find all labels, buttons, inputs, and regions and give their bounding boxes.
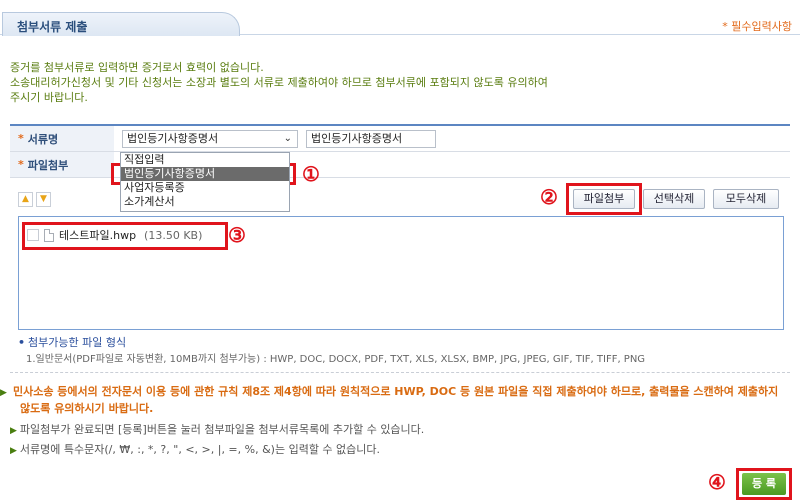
intro-line-1: 증거를 첨부서류로 입력하면 증거로서 효력이 없습니다. — [10, 61, 264, 74]
document-icon — [44, 228, 54, 242]
required-note: * 필수입력사항 — [722, 20, 792, 33]
delete-all-button[interactable]: 모두삭제 — [713, 189, 779, 209]
register-button[interactable]: 등 록 — [742, 473, 786, 495]
attach-label: * 파일첨부 — [10, 152, 114, 177]
notice-sub-1-text: 파일첨부가 완료되면 [등록]버튼을 눌러 첨부파일을 첨부서류목록에 추가할 … — [19, 423, 425, 436]
doc-name-row: * 서류명 법인등기사항증명서 ⌄ 법인등기사항증명서 — [10, 126, 790, 152]
annotation-marker-1: ① — [302, 162, 320, 186]
doc-name-dropdown: 직접입력 법인등기사항증명서 사업자등록증 소가계산서 — [120, 152, 290, 212]
formats-title: • 첨부가능한 파일 형식 — [18, 334, 126, 350]
doc-name-input[interactable]: 법인등기사항증명서 — [306, 130, 436, 148]
required-star-icon: * — [18, 158, 24, 171]
file-checkbox[interactable] — [27, 229, 39, 241]
move-down-button[interactable]: ▼ — [36, 192, 51, 207]
header-tab: 첨부서류 제출 — [2, 12, 240, 36]
bullet-icon: • — [18, 336, 26, 349]
dropdown-option-valuation[interactable]: 소가계산서 — [121, 195, 289, 209]
doc-name-label-text: 서류명 — [27, 132, 59, 146]
file-size: (13.50 KB) — [144, 228, 203, 242]
dashed-divider — [10, 372, 790, 373]
triangle-bullet-icon: ▶ — [10, 426, 17, 436]
required-star-icon: * — [18, 132, 24, 145]
formats-title-text: 첨부가능한 파일 형식 — [28, 336, 127, 349]
file-list[interactable]: 테스트파일.hwp (13.50 KB) — [18, 216, 784, 330]
attach-label-text: 파일첨부 — [27, 158, 69, 172]
doc-name-select[interactable]: 법인등기사항증명서 ⌄ — [122, 130, 298, 148]
attach-file-button[interactable]: 파일첨부 — [573, 189, 635, 209]
file-list-item[interactable]: 테스트파일.hwp (13.50 KB) — [27, 227, 202, 243]
section-title: 첨부서류 제출 — [17, 20, 88, 34]
dropdown-option-corp-registry[interactable]: 법인등기사항증명서 — [121, 167, 289, 181]
dropdown-option-business-reg[interactable]: 사업자등록증 — [121, 181, 289, 195]
file-name: 테스트파일.hwp — [59, 229, 137, 242]
notice-main: ▶ 민사소송 등에서의 전자문서 이용 등에 관한 규칙 제8조 제4항에 따라 … — [0, 385, 779, 415]
notice-sub-2: ▶ 서류명에 특수문자(/, ₩, :, *, ?, ", <, >, |, =,… — [10, 442, 790, 459]
annotation-marker-2: ② — [540, 185, 558, 209]
delete-selected-button[interactable]: 선택삭제 — [643, 189, 705, 209]
formats-list: 1.일반문서(PDF파일로 자동변환, 10MB까지 첨부가능) : HWP, … — [26, 354, 646, 365]
doc-name-select-value: 법인등기사항증명서 — [127, 132, 219, 145]
notice-sub-1: ▶ 파일첨부가 완료되면 [등록]버튼을 눌러 첨부파일을 첨부서류목록에 추가할… — [10, 422, 790, 439]
intro-text: 증거를 첨부서류로 입력하면 증거로서 효력이 없습니다. 소송대리허가신청서 … — [10, 60, 790, 105]
intro-line-2: 소송대리허가신청서 및 기타 신청서는 소장과 별도의 서류로 제출하여야 하므… — [10, 76, 548, 89]
notice-main-text: 민사소송 등에서의 전자문서 이용 등에 관한 규칙 제8조 제4항에 따라 원… — [13, 385, 779, 415]
annotation-marker-3: ③ — [228, 223, 246, 247]
doc-name-label: * 서류명 — [10, 126, 114, 151]
chevron-down-icon: ⌄ — [283, 133, 292, 144]
triangle-bullet-icon: ▶ — [10, 446, 17, 456]
dropdown-option-direct[interactable]: 직접입력 — [121, 153, 289, 167]
move-up-button[interactable]: ▲ — [18, 192, 33, 207]
section-header: 첨부서류 제출 * 필수입력사항 — [0, 0, 800, 40]
notice-sub-2-text: 서류명에 특수문자(/, ₩, :, *, ?, ", <, >, |, =, … — [19, 443, 381, 456]
annotation-marker-4: ④ — [708, 470, 726, 494]
intro-line-3: 주시기 바랍니다. — [10, 91, 88, 104]
